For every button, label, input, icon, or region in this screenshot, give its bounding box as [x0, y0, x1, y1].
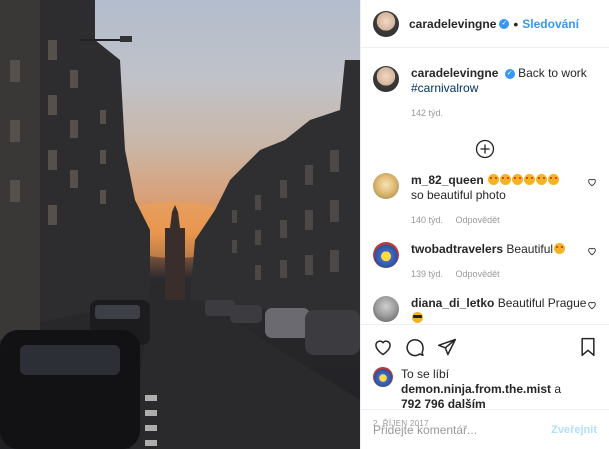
like-comment-heart-icon[interactable] [587, 300, 597, 310]
plus-circle-icon[interactable] [475, 139, 495, 159]
comment-username[interactable]: m_82_queen [411, 173, 484, 187]
comment-text: Beautiful Prague [497, 296, 587, 310]
comment-bubble-icon[interactable] [405, 337, 425, 357]
author-username[interactable]: caradelevingne [409, 17, 496, 31]
comment-age[interactable]: 140 týd. [411, 215, 443, 225]
reply-button[interactable]: Odpovědět [456, 215, 500, 225]
caption-age[interactable]: 142 týd. [411, 108, 443, 118]
like-heart-icon[interactable] [373, 337, 393, 357]
author-avatar[interactable] [373, 10, 399, 37]
likes-conj: a [554, 382, 562, 396]
share-plane-icon[interactable] [437, 337, 457, 357]
comment-age[interactable]: 139 týd. [411, 269, 443, 279]
liker-avatar[interactable] [373, 367, 393, 387]
caption-hashtag[interactable]: #carnivalrow [411, 81, 478, 95]
sunglasses-emoji [412, 312, 423, 323]
verified-icon: ✓ [499, 18, 510, 29]
post-comment-button[interactable]: Zveřejnit [551, 424, 597, 436]
post-photo[interactable] [0, 0, 360, 449]
like-comment-heart-icon[interactable] [587, 177, 597, 187]
heart-eyes-emoji [487, 173, 560, 187]
caption-avatar[interactable] [373, 66, 399, 92]
liker-username[interactable]: demon.ninja.from.the.mist [401, 382, 551, 396]
bookmark-icon[interactable] [579, 337, 597, 357]
comments-list[interactable]: caradelevingne ✓ Back to work #carnivalr… [361, 48, 609, 324]
verified-icon: ✓ [504, 68, 515, 79]
caption-text: Back to work [518, 66, 587, 80]
comment-input[interactable] [373, 422, 552, 437]
commenter-avatar[interactable] [373, 173, 399, 199]
reply-button[interactable]: Odpovědět [456, 269, 500, 279]
comment-username[interactable]: twobadtravelers [411, 242, 503, 256]
likes-summary: To se líbí demon.ninja.from.the.mist a 7… [373, 367, 597, 412]
comment-text: Beautiful [506, 242, 554, 256]
like-comment-heart-icon[interactable] [587, 246, 597, 256]
follow-button[interactable]: Sledování [522, 17, 579, 31]
heart-eyes-emoji [554, 243, 566, 254]
comment-username[interactable]: diana_di_letko [411, 296, 494, 310]
add-comment-bar: Zveřejnit [361, 409, 609, 449]
comment-item: twobadtravelers Beautiful 139 týd. Odpov… [373, 242, 597, 282]
comment-item: m_82_queen so beautiful photo 140 týd. O… [373, 173, 597, 228]
commenter-avatar[interactable] [373, 296, 399, 322]
street-scene [0, 0, 360, 449]
likes-prefix: To se líbí [401, 367, 450, 381]
caption: caradelevingne ✓ Back to work #carnivalr… [373, 66, 597, 121]
post-header: caradelevingne ✓ • Sledování [361, 0, 609, 48]
commenter-avatar[interactable] [373, 242, 399, 268]
comment-text: so beautiful photo [411, 188, 506, 202]
header-separator: • [513, 15, 519, 32]
comment-item: diana_di_letko Beautiful Prague [373, 296, 597, 324]
caption-username[interactable]: caradelevingne [411, 66, 498, 80]
post-panel: caradelevingne ✓ • Sledování caradelevin… [360, 0, 609, 449]
